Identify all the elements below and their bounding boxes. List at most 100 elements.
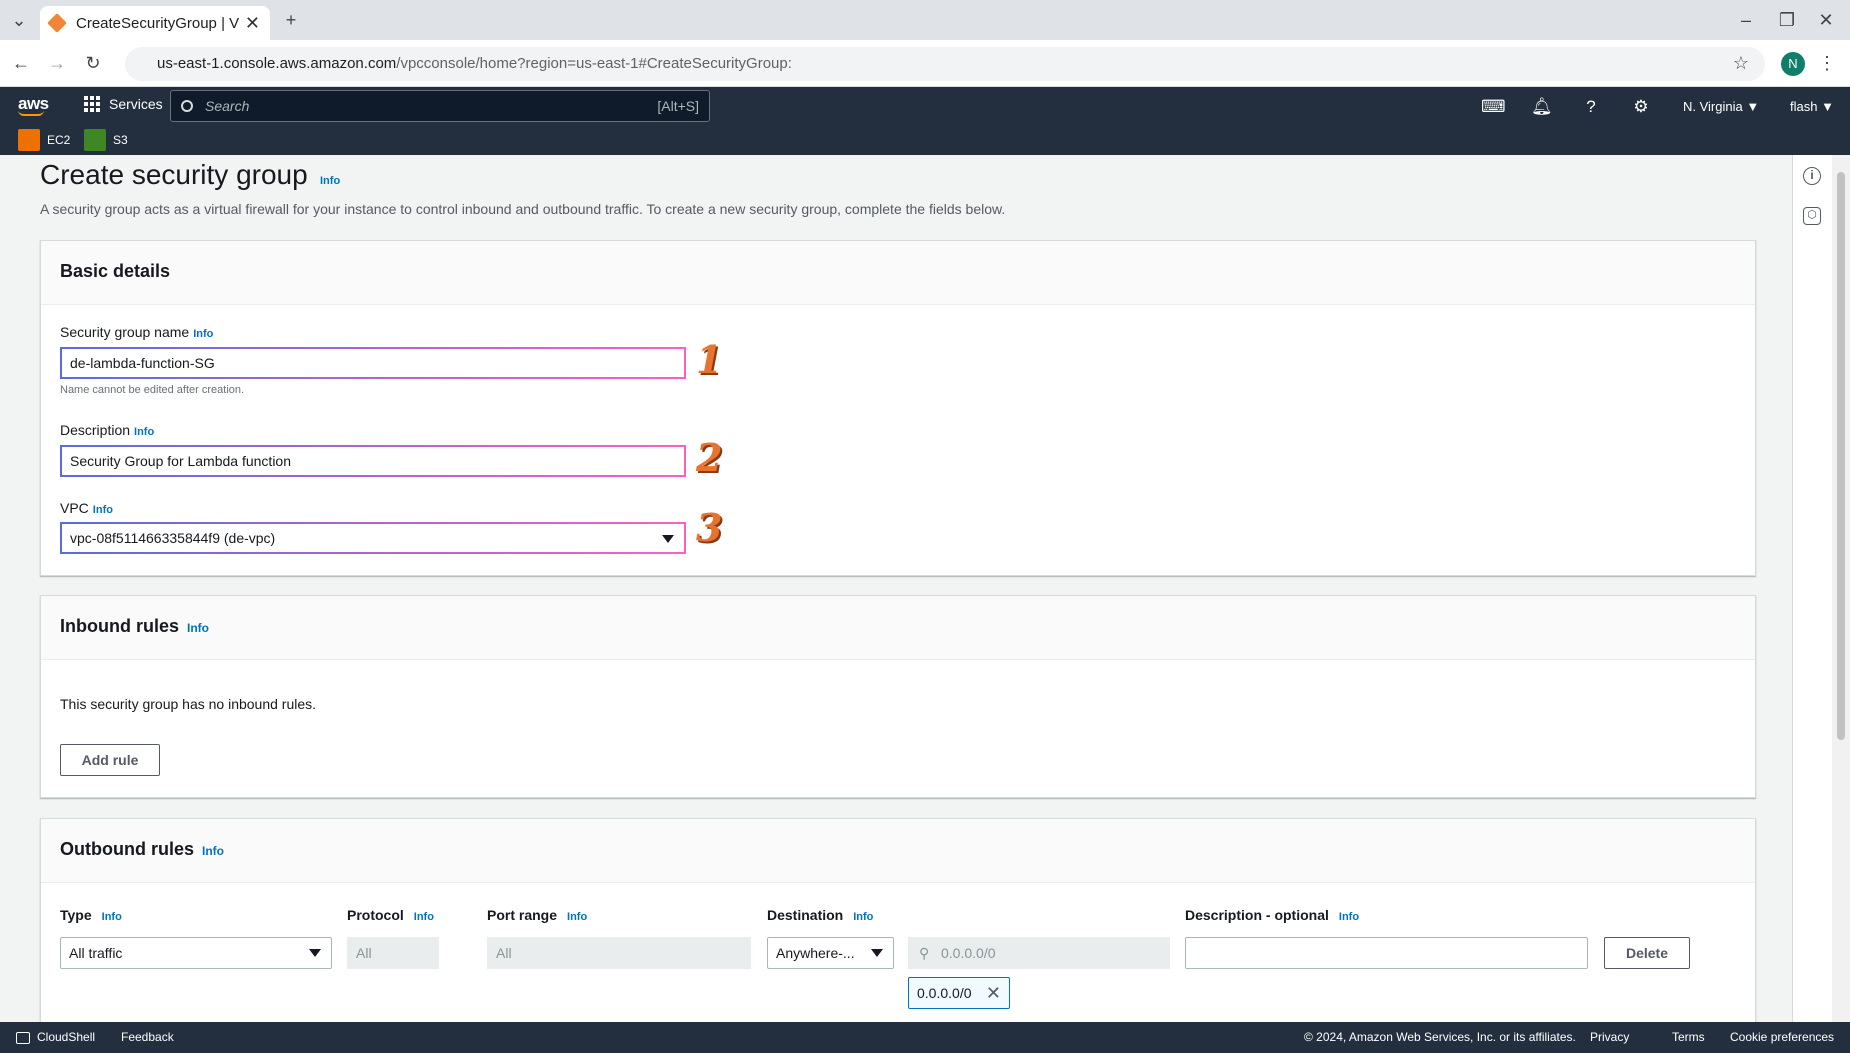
url-field[interactable]: us-east-1.console.aws.amazon.com/vpccons… — [125, 47, 1765, 81]
notifications-bell-icon[interactable]: 🔔︎ — [1531, 97, 1553, 117]
add-rule-button[interactable]: Add rule — [60, 744, 160, 776]
label-text: VPC — [60, 500, 89, 516]
col-label: Port range — [487, 907, 558, 923]
page-description: A security group acts as a virtual firew… — [40, 201, 1006, 217]
tab-list-chevron-icon[interactable]: ⌄ — [8, 9, 30, 31]
apps-grid-icon — [84, 96, 100, 112]
privacy-link[interactable]: Privacy — [1590, 1022, 1629, 1053]
favorite-label: S3 — [113, 133, 128, 147]
cidr-token: 0.0.0.0/0 ✕ — [908, 977, 1010, 1009]
cidr-token-label: 0.0.0.0/0 — [917, 985, 972, 1001]
type-select[interactable]: All traffic — [60, 937, 332, 969]
aws-logo[interactable]: aws — [18, 94, 49, 116]
outbound-rules-panel: Outbound rules Info Type Info Protocol Info… — [40, 818, 1756, 1022]
dropdown-caret-icon — [871, 949, 883, 957]
close-tab-icon[interactable]: ✕ — [245, 13, 260, 34]
cidr-search-input[interactable]: ⚲ 0.0.0.0/0 — [908, 937, 1170, 969]
annotation-marker-2: 2 — [696, 435, 723, 480]
cloudshell-icon — [16, 1031, 30, 1044]
search-shortcut: [Alt+S] — [657, 98, 699, 114]
help-panel-rail: i ⬡ — [1792, 155, 1832, 1022]
panel-heading: Basic details — [41, 241, 1755, 305]
profile-avatar[interactable]: N — [1781, 52, 1805, 76]
col-port-range: Port range Info — [487, 907, 587, 923]
url-path: /vpcconsole/home?region=us-east-1#Create… — [396, 55, 792, 72]
browser-tab-bar: ⌄ CreateSecurityGroup | VPC ✕ + – ❐ ✕ — [0, 0, 1850, 40]
forward-icon[interactable]: → — [46, 52, 68, 74]
security-group-name-input[interactable]: de-lambda-function-SG — [60, 347, 686, 379]
feedback-link[interactable]: Feedback — [121, 1022, 174, 1053]
protocol-field: All — [347, 937, 439, 969]
delete-rule-button[interactable]: Delete — [1604, 937, 1690, 969]
bookmark-star-icon[interactable]: ☆ — [1730, 52, 1752, 74]
browser-menu-icon[interactable]: ⋮ — [1816, 52, 1838, 74]
cloudshell-icon[interactable]: ⌨ — [1481, 97, 1506, 117]
services-menu[interactable]: Services — [84, 96, 163, 112]
label-text: Description — [60, 422, 131, 438]
col-type: Type Info — [60, 907, 122, 923]
tab-title: CreateSecurityGroup | VPC — [76, 14, 239, 32]
cookie-preferences-link[interactable]: Cookie preferences — [1730, 1022, 1834, 1053]
favorite-service-s3[interactable]: S3 — [84, 129, 128, 151]
col-protocol: Protocol Info — [347, 907, 434, 923]
minimize-icon[interactable]: – — [1735, 9, 1757, 31]
search-input[interactable]: Search [Alt+S] — [170, 90, 710, 122]
close-window-icon[interactable]: ✕ — [1815, 9, 1837, 31]
col-label: Protocol — [347, 907, 404, 923]
favorite-label: EC2 — [47, 133, 71, 147]
info-link[interactable]: Info — [187, 621, 209, 635]
info-panel-icon[interactable]: i — [1803, 167, 1821, 185]
destination-select[interactable]: Anywhere-... — [767, 937, 894, 969]
vpc-label: VPC Info — [60, 500, 113, 516]
name-hint: Name cannot be edited after creation. — [60, 384, 245, 396]
region-selector[interactable]: N. Virginia ▼ — [1683, 99, 1759, 114]
copyright: © 2024, Amazon Web Services, Inc. or its… — [1304, 1030, 1576, 1044]
info-link[interactable]: Info — [414, 911, 434, 923]
cidr-placeholder: 0.0.0.0/0 — [941, 945, 996, 961]
dropdown-caret-icon — [309, 949, 321, 957]
info-link[interactable]: Info — [202, 844, 224, 858]
annotation-marker-3: 3 — [696, 505, 723, 550]
aws-top-nav: aws Services Search [Alt+S] ⌨ 🔔︎ ? ⚙ N. … — [0, 87, 1850, 155]
favorite-service-ec2[interactable]: EC2 — [18, 129, 70, 151]
panel-heading-row: Outbound rules Info — [41, 819, 1755, 883]
info-link[interactable]: Info — [193, 328, 213, 340]
info-link[interactable]: Info — [567, 911, 587, 923]
account-menu[interactable]: flash ▼ — [1790, 99, 1834, 114]
scrollbar-thumb[interactable] — [1837, 172, 1845, 740]
settings-gear-icon[interactable]: ⚙ — [1631, 97, 1651, 117]
info-link[interactable]: Info — [102, 911, 122, 923]
terms-link[interactable]: Terms — [1672, 1022, 1705, 1053]
tutorial-panel-icon[interactable]: ⬡ — [1803, 207, 1821, 225]
remove-token-icon[interactable]: ✕ — [986, 978, 1001, 1008]
info-link[interactable]: Info — [134, 426, 154, 438]
back-icon[interactable]: ← — [10, 52, 32, 74]
rule-description-input[interactable] — [1185, 937, 1588, 969]
basic-details-panel: Basic details Security group name Info de… — [40, 240, 1756, 576]
search-icon — [181, 100, 193, 112]
port-range-field: All — [487, 937, 751, 969]
console-footer: CloudShell Feedback © 2024, Amazon Web S… — [0, 1022, 1850, 1053]
info-link[interactable]: Info — [93, 504, 113, 516]
info-link[interactable]: Info — [853, 911, 873, 923]
description-label: Description Info — [60, 422, 154, 438]
type-select-value: All traffic — [69, 945, 123, 961]
inbound-rules-panel: Inbound rules Info This security group ha… — [40, 595, 1756, 798]
panel-heading-row: Inbound rules Info — [41, 596, 1755, 660]
cloudshell-link[interactable]: CloudShell — [16, 1022, 95, 1053]
vpc-select[interactable]: vpc-08f511466335844f9 (de-vpc) — [60, 522, 686, 554]
restore-icon[interactable]: ❐ — [1776, 9, 1798, 31]
search-placeholder: Search — [205, 98, 250, 114]
info-link[interactable]: Info — [1339, 911, 1359, 923]
ec2-icon — [18, 129, 40, 151]
description-input[interactable]: Security Group for Lambda function — [60, 445, 686, 477]
aws-favicon-icon — [47, 13, 67, 33]
new-tab-icon[interactable]: + — [280, 9, 302, 31]
destination-select-value: Anywhere-... — [776, 945, 855, 961]
aws-logo-text: aws — [18, 94, 49, 113]
help-icon[interactable]: ? — [1581, 97, 1601, 117]
browser-tab[interactable]: CreateSecurityGroup | VPC ✕ — [40, 6, 270, 40]
reload-icon[interactable]: ↻ — [82, 52, 104, 74]
col-label: Type — [60, 907, 92, 923]
page-info-link[interactable]: Info — [320, 175, 340, 187]
